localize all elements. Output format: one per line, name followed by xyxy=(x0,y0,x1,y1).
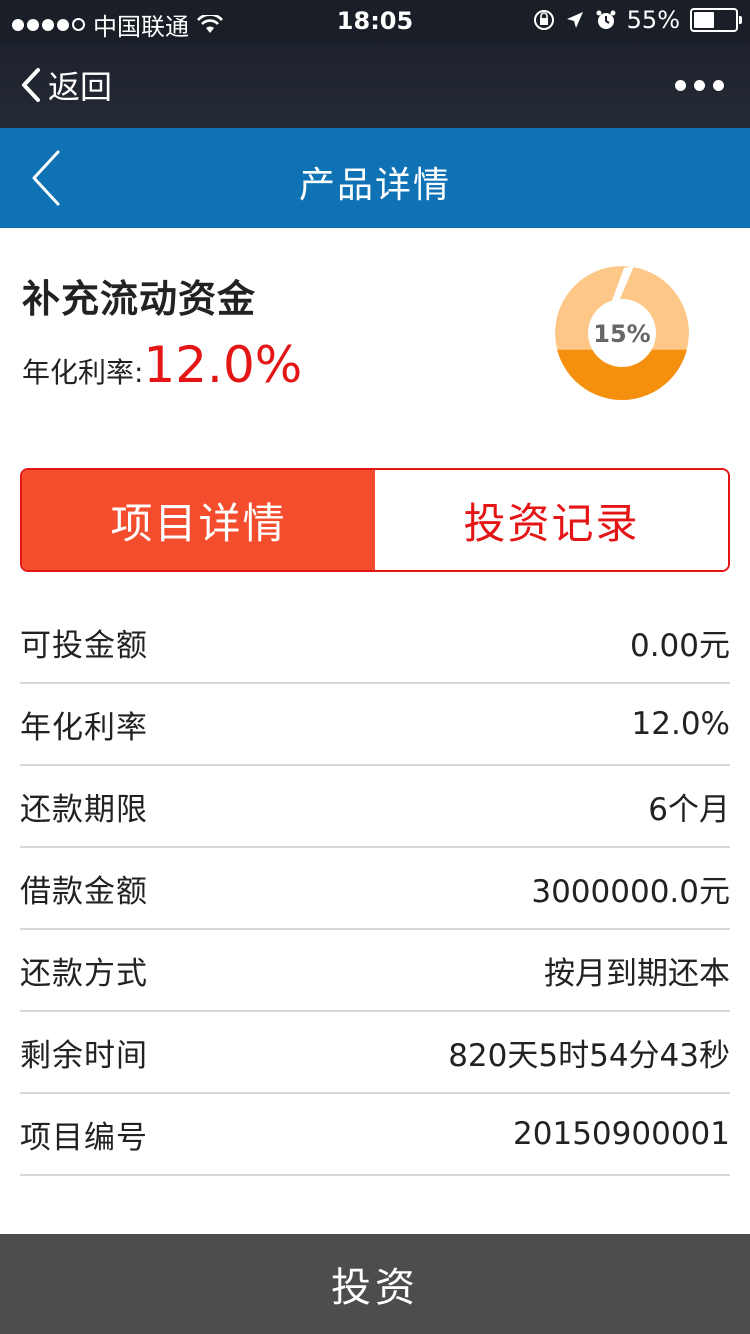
investment-progress-chart: 15% xyxy=(555,266,689,400)
wechat-nav-bar: 返回 xyxy=(0,42,750,128)
rate-label: 年化利率: xyxy=(22,356,144,389)
chevron-left-icon xyxy=(22,68,40,102)
tab-project-details[interactable]: 项目详情 xyxy=(22,470,375,570)
rate-value: 12.0% xyxy=(143,336,303,394)
back-button[interactable]: 返回 xyxy=(20,62,112,108)
rate-row: 年化利率: 12.0% xyxy=(22,336,302,394)
detail-row-remaining-time: 剩余时间 820天5时54分43秒 xyxy=(20,1012,730,1094)
product-name: 补充流动资金 xyxy=(22,277,257,321)
detail-value: 6个月 xyxy=(648,791,730,828)
back-label: 返回 xyxy=(48,68,113,106)
progress-text: 15% xyxy=(593,320,650,348)
detail-label: 可投金额 xyxy=(20,627,148,664)
more-options-icon[interactable] xyxy=(675,80,724,91)
rotation-lock-icon xyxy=(533,10,554,30)
detail-row-repayment-method: 还款方式 按月到期还本 xyxy=(20,930,730,1012)
detail-list: 可投金额 0.00元 年化利率 12.0% 还款期限 6个月 借款金额 3000… xyxy=(20,602,730,1176)
detail-tabs: 项目详情 投资记录 xyxy=(20,468,730,572)
alarm-clock-icon xyxy=(596,10,616,29)
detail-label: 年化利率 xyxy=(20,709,148,746)
detail-label: 剩余时间 xyxy=(20,1037,148,1074)
battery-percent: 55% xyxy=(626,6,680,34)
detail-value: 0.00元 xyxy=(629,627,730,664)
detail-label: 借款金额 xyxy=(20,873,148,910)
detail-value: 按月到期还本 xyxy=(544,955,730,992)
app-header: 产品详情 xyxy=(0,128,750,228)
detail-label: 还款期限 xyxy=(20,791,148,828)
tab-investment-records[interactable]: 投资记录 xyxy=(375,470,728,570)
detail-value: 3000000.0元 xyxy=(531,873,730,910)
detail-row-loan-amount: 借款金额 3000000.0元 xyxy=(20,848,730,930)
status-right: 55% xyxy=(533,6,742,34)
invest-button[interactable]: 投资 xyxy=(0,1234,750,1334)
detail-value: 20150900001 xyxy=(513,1116,730,1152)
detail-value: 12.0% xyxy=(631,706,730,742)
detail-value: 820天5时54分43秒 xyxy=(448,1037,730,1074)
detail-row-available-amount: 可投金额 0.00元 xyxy=(20,602,730,684)
page-title: 产品详情 xyxy=(298,165,451,206)
status-bar: 中国联通 18:05 55% xyxy=(0,0,750,42)
detail-row-annual-rate: 年化利率 12.0% xyxy=(20,684,730,766)
detail-row-repayment-term: 还款期限 6个月 xyxy=(20,766,730,848)
detail-label: 项目编号 xyxy=(20,1119,148,1156)
detail-row-project-number: 项目编号 20150900001 xyxy=(20,1094,730,1176)
battery-icon xyxy=(690,8,742,32)
location-arrow-icon xyxy=(566,12,583,28)
detail-label: 还款方式 xyxy=(20,955,148,992)
